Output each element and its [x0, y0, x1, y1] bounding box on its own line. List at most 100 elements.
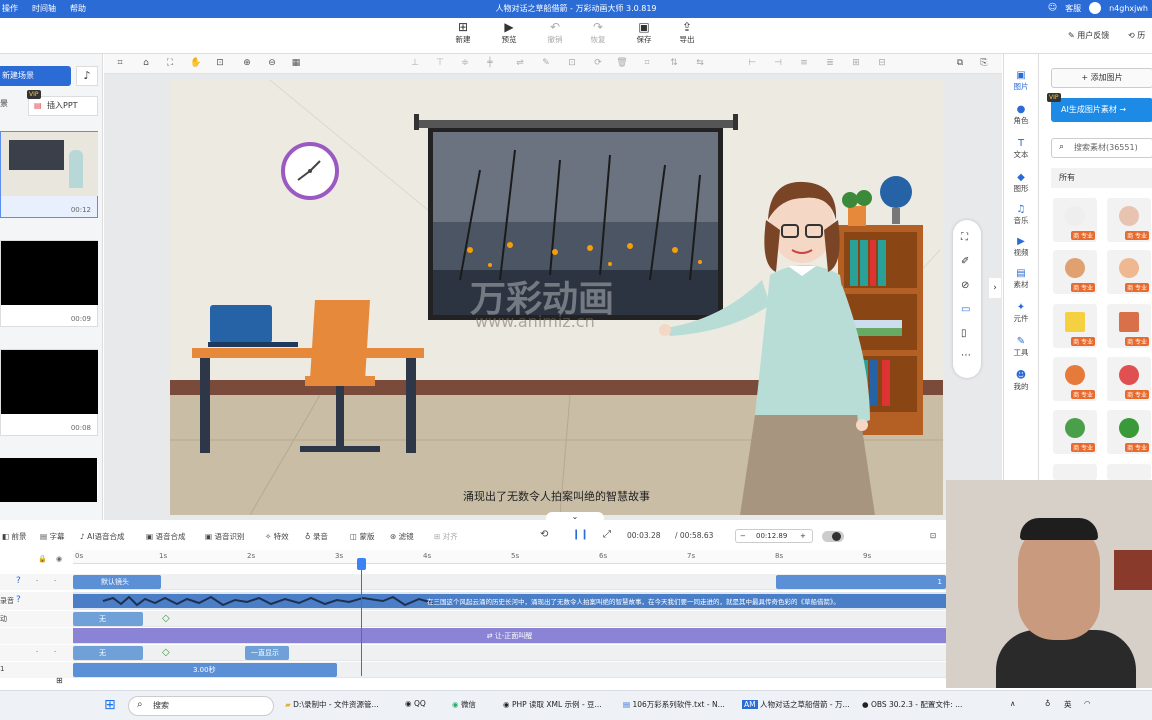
help-icon[interactable]: ? — [16, 576, 21, 586]
new-button[interactable]: ⊞ 新建 — [448, 20, 478, 45]
rotate-icon[interactable]: ⟳ — [592, 58, 604, 68]
asset-search-input[interactable]: 搜索素材(36551) — [1051, 138, 1152, 158]
wifi-icon[interactable]: ◠ — [1084, 699, 1091, 708]
audio-clip[interactable]: 在三国这个风起云涌的历史长河中，涌现出了无数令人拍案叫绝的智慧故事，在今天我们要… — [73, 594, 946, 608]
service-icon[interactable]: ☺ — [1048, 3, 1057, 13]
monitor-icon[interactable]: ▭ — [961, 304, 970, 315]
link-icon[interactable]: ⊘ — [961, 280, 969, 291]
align-right-icon[interactable]: ⊣ — [772, 58, 784, 68]
phone-icon[interactable]: ▯ — [961, 328, 967, 339]
asset-item[interactable]: 商 专业 — [1053, 410, 1097, 454]
avatar[interactable] — [1089, 2, 1102, 14]
camera-clip[interactable]: 默认镜头 — [73, 575, 161, 589]
tl-tts[interactable]: ▣ 语音合成 — [146, 531, 185, 542]
rail-character[interactable]: ● 角色 — [1004, 104, 1038, 126]
add-track-icon[interactable]: ⊞ — [56, 676, 63, 685]
asset-item[interactable]: 商 专业 — [1107, 410, 1151, 454]
scene-thumb-4[interactable] — [0, 458, 98, 502]
distribute-icon[interactable]: ⇅ — [668, 58, 680, 68]
rail-material[interactable]: ▤ 素材 — [1004, 268, 1038, 290]
history-link[interactable]: ⟲ 历 — [1128, 30, 1145, 41]
stage-canvas[interactable]: 万彩动画 www.animiz.cn 涌现出了无数令人拍案叫绝的智慧故事 — [170, 80, 943, 515]
screenshot-icon[interactable]: ⛶ — [961, 232, 968, 243]
asset-item[interactable] — [1107, 464, 1151, 480]
playhead[interactable] — [361, 558, 362, 676]
zoom-in-icon[interactable]: ⊕ — [241, 58, 253, 68]
always-show-clip[interactable]: 一直显示 — [245, 646, 289, 660]
music-note-icon[interactable]: ♪ — [76, 66, 98, 86]
collapse-panel-icon[interactable]: › — [989, 278, 1001, 298]
lock-col-icon[interactable]: 🔒 — [38, 555, 47, 563]
eraser-icon[interactable]: ✐ — [961, 256, 969, 267]
windows-start-icon[interactable]: ⊞ — [104, 697, 116, 713]
tl-effects[interactable]: ✧ 特效 — [265, 531, 289, 542]
crop-icon[interactable]: ⌗ — [641, 58, 653, 68]
transition-clip[interactable]: ⇄ 让-正面叫醒 — [73, 629, 946, 643]
asset-item[interactable]: 商 专业 — [1053, 304, 1097, 348]
rail-component[interactable]: ✦ 元件 — [1004, 302, 1038, 324]
playhead-handle[interactable] — [357, 558, 366, 570]
export-button[interactable]: ⇪ 导出 — [672, 20, 702, 45]
align-v-icon[interactable]: ≡ — [798, 58, 810, 68]
save-button[interactable]: ▣ 保存 — [629, 20, 659, 45]
lock-icon[interactable]: ⊡ — [214, 58, 226, 68]
rail-image[interactable]: ▣ 图片 — [1004, 70, 1038, 92]
rail-music[interactable]: ♫ 音乐 — [1004, 204, 1038, 226]
eye-col-icon[interactable]: ◉ — [56, 555, 62, 563]
task-qq[interactable]: ◉ QQ — [405, 699, 426, 708]
feedback-link[interactable]: ✎ 用户反馈 — [1068, 30, 1109, 41]
zoom-in-button[interactable]: + — [800, 530, 806, 542]
scene-thumb-2[interactable]: 00:09 — [0, 240, 98, 327]
layout-icon[interactable]: ▦ — [290, 58, 302, 68]
order-icon[interactable]: ⊟ — [876, 58, 888, 68]
element-clip[interactable]: 无 — [73, 646, 143, 660]
asset-item[interactable]: 商 专业 — [1053, 250, 1097, 294]
tl-filter[interactable]: ⊛ 滤镜 — [390, 531, 414, 542]
redo-button[interactable]: ↷ 恢复 — [583, 20, 613, 45]
action-clip[interactable]: 无 — [73, 612, 143, 626]
align-center-icon[interactable]: ╪ — [484, 58, 496, 68]
subtitle-text[interactable]: 涌现出了无数令人拍案叫绝的智慧故事 — [170, 488, 943, 504]
username[interactable]: n4ghxjwh — [1109, 4, 1148, 13]
tray-chevron-icon[interactable]: ∧ — [1010, 699, 1016, 708]
undo-button[interactable]: ↶ 撤销 — [540, 20, 570, 45]
task-notepad[interactable]: ▤ 106万彩系列软件.txt - N... — [623, 699, 725, 710]
asset-item[interactable]: 商 专业 — [1107, 304, 1151, 348]
tl-ai-voice[interactable]: ♪ AI语音合成 — [80, 531, 125, 542]
ime-indicator[interactable]: 英 — [1064, 699, 1072, 710]
fullscreen-icon[interactable]: ⤢ — [603, 529, 611, 540]
align-left-icon[interactable]: ⊢ — [746, 58, 758, 68]
align-top-icon[interactable]: ⊤ — [434, 58, 446, 68]
tl-foreground[interactable]: ◧ 前景 — [2, 531, 26, 542]
rail-video[interactable]: ▶ 视频 — [1004, 236, 1038, 258]
asset-item[interactable]: 商 专业 — [1053, 198, 1097, 242]
help-icon[interactable]: ? — [16, 595, 21, 605]
preview-button[interactable]: ▶ 预览 — [494, 20, 524, 45]
asset-item[interactable]: 商 专业 — [1107, 357, 1151, 401]
task-obs[interactable]: ● OBS 30.2.3 - 配置文件: ... — [862, 699, 962, 710]
pause-icon[interactable]: ❙❙ — [572, 529, 589, 540]
align-middle-icon[interactable]: ≑ — [459, 58, 471, 68]
tl-mask[interactable]: ◫ 蒙版 — [350, 531, 374, 542]
align-h-icon[interactable]: ≣ — [824, 58, 836, 68]
asset-item[interactable] — [1053, 464, 1097, 480]
flip-icon[interactable]: ⇌ — [514, 58, 526, 68]
edit-icon[interactable]: ✎ — [540, 58, 552, 68]
select-icon[interactable]: ⌗ — [114, 58, 126, 68]
delete-icon[interactable]: 🗑 — [616, 58, 628, 68]
add-image-button[interactable]: + 添加图片 — [1051, 68, 1152, 88]
insert-ppt-button[interactable]: VIP ▤ 插入PPT — [27, 90, 98, 116]
grid-icon[interactable]: ⊞ — [850, 58, 862, 68]
asset-item[interactable]: 商 专业 — [1053, 357, 1097, 401]
task-explorer[interactable]: ▰ D:\录制中 - 文件资源管... — [285, 699, 379, 710]
expand-icon[interactable]: ⊡ — [930, 531, 936, 540]
time-ruler[interactable]: 0s 1s 2s 3s 4s 5s 6s 7s 8s 9s — [73, 550, 946, 564]
rail-text[interactable]: T 文本 — [1004, 138, 1038, 160]
task-wechat[interactable]: ◉ 微信 — [452, 699, 476, 710]
taskbar-search[interactable]: 搜索 — [128, 696, 274, 716]
toggle-switch[interactable] — [822, 531, 844, 542]
fit-icon[interactable]: ⛶ — [164, 58, 176, 68]
new-scene-button[interactable]: 新建场景 — [0, 66, 71, 86]
scene-thumb-3[interactable]: 00:08 — [0, 349, 98, 436]
tl-asr[interactable]: ▣ 语音识别 — [205, 531, 244, 542]
